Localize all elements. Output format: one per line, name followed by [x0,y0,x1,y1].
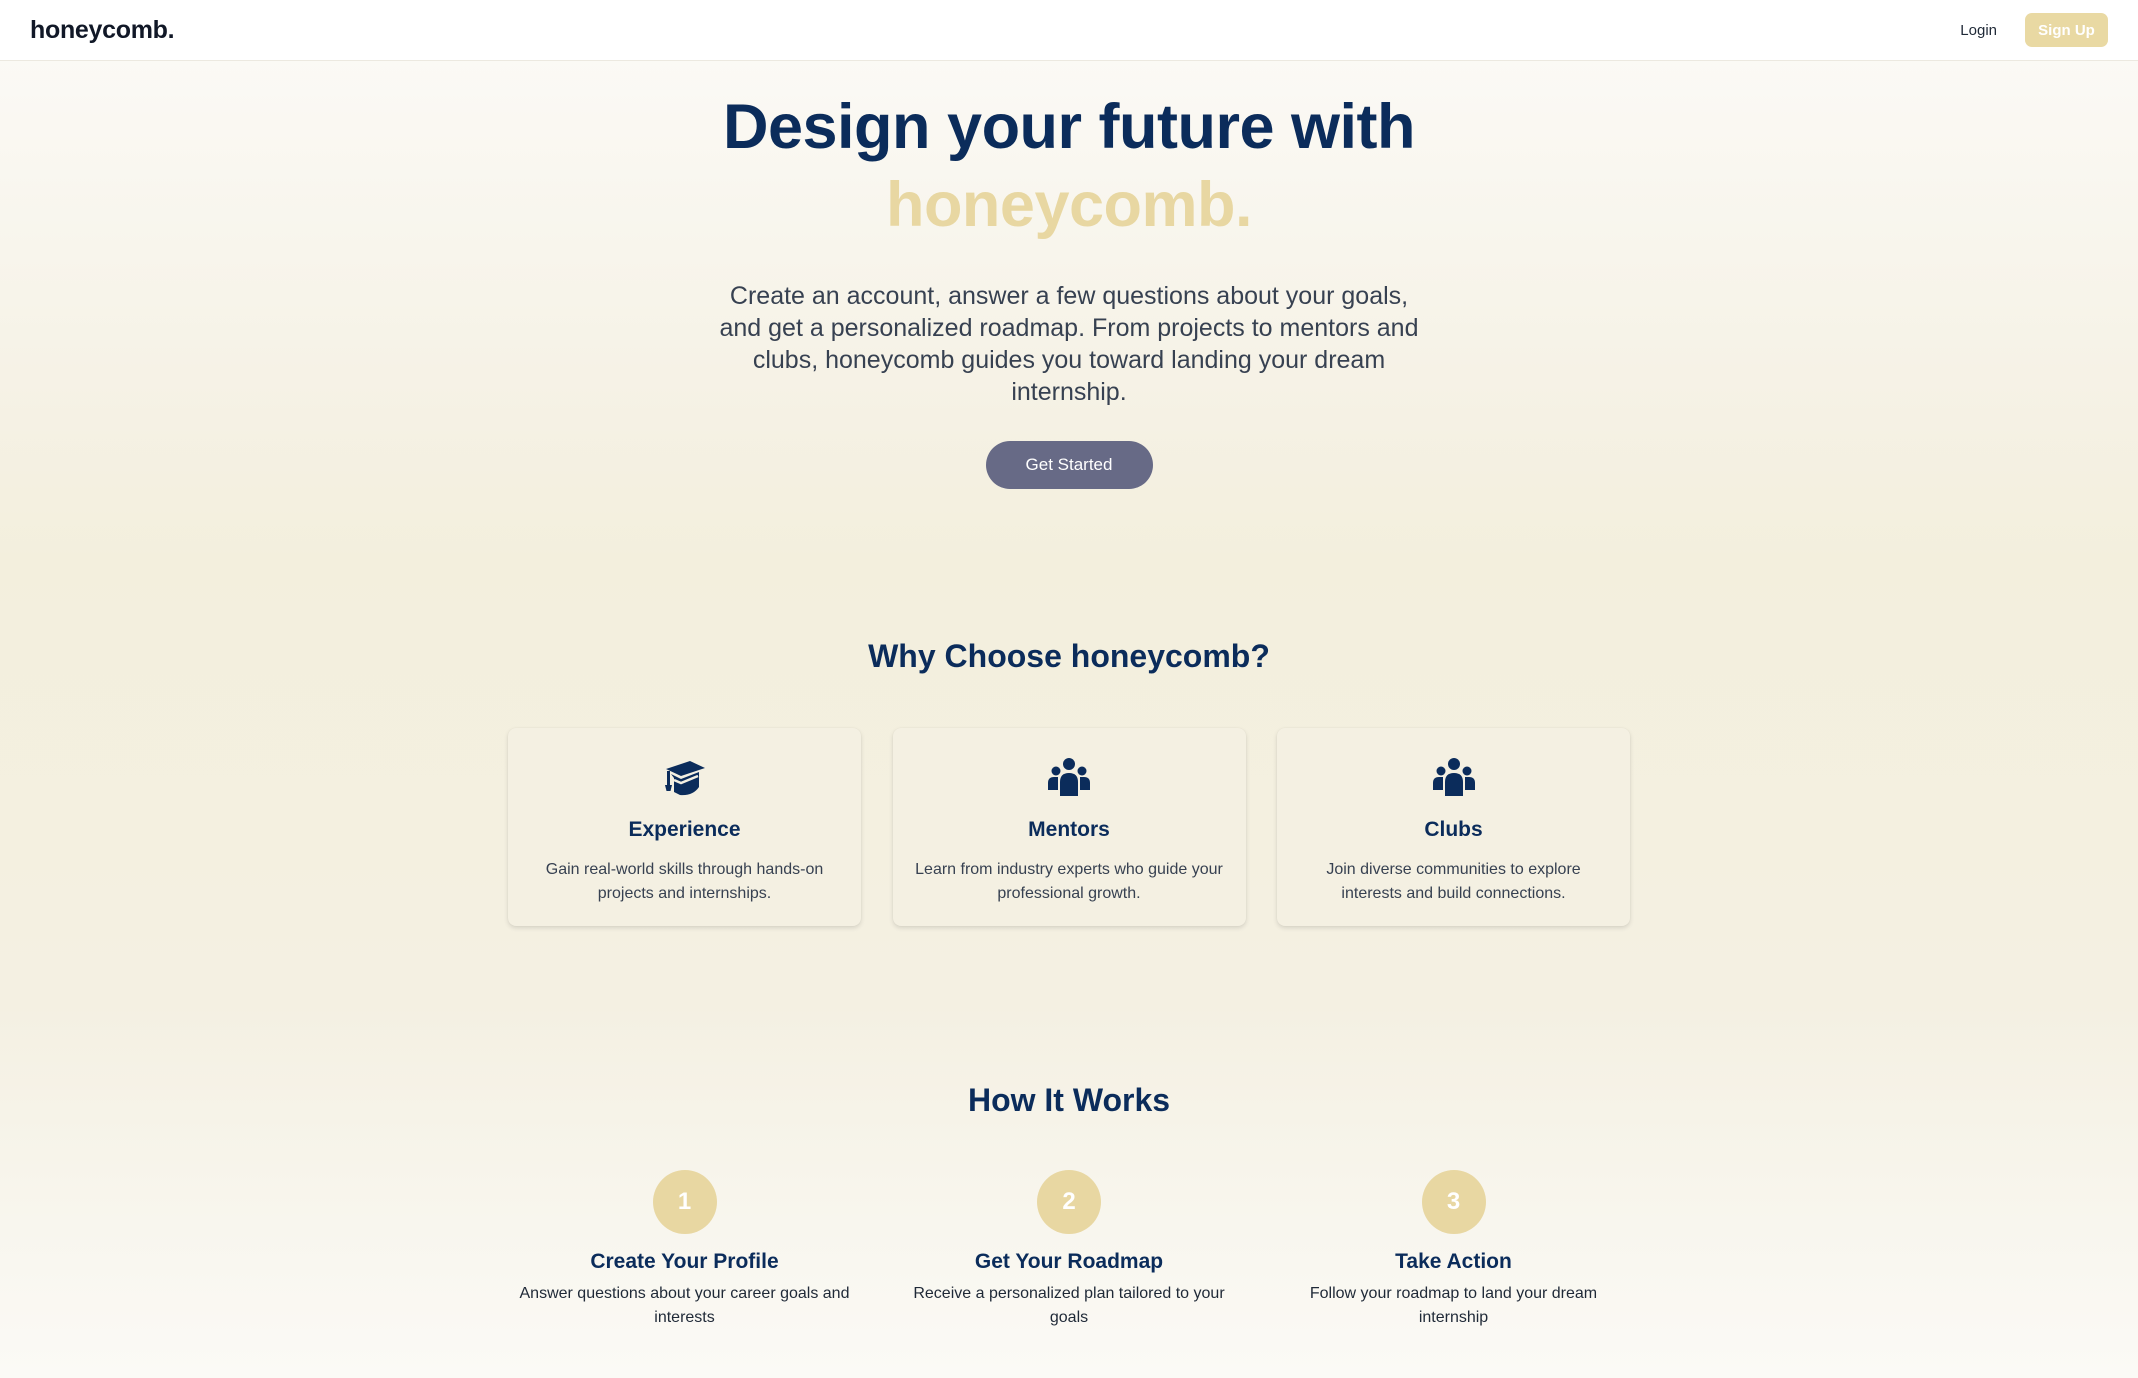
hero-section: Design your future with honeycomb. Creat… [0,88,2138,489]
how-section-title: How It Works [967,1082,1171,1118]
navbar: honeycomb. Login Sign Up [0,0,2138,61]
feature-title: Clubs [1424,818,1483,841]
login-link[interactable]: Login [1960,22,1997,39]
step-title: Take Action [1395,1250,1512,1273]
step-number-badge: 2 [1037,1170,1101,1234]
step-description: Follow your roadmap to land your dream i… [1309,1285,1598,1326]
people-group-icon [1048,758,1090,796]
feature-description: Gain real-world skills through hands-on … [545,861,824,902]
step-title: Get Your Roadmap [974,1250,1164,1273]
hero-title-line: Design your future with [722,92,1416,162]
steps-list: 1 Create Your Profile Answer questions a… [508,1170,1630,1330]
why-section-title: Why Choose honeycomb? [868,638,1270,674]
step-description: Receive a personalized plan tailored to … [913,1285,1225,1326]
signup-button[interactable]: Sign Up [2025,13,2108,47]
feature-card-mentors: Mentors Learn from industry experts who … [892,728,1246,926]
feature-title: Mentors [1028,818,1110,841]
features-list: Experience Gain real-world skills throug… [508,728,1630,926]
logo[interactable]: honeycomb. [30,16,175,45]
feature-card-clubs: Clubs Join diverse communities to explor… [1277,728,1630,926]
graduation-cap-icon [664,761,705,796]
hero-title-accent: honeycomb. [885,170,1253,240]
nav-actions: Login Sign Up [1960,13,2108,47]
feature-description: Learn from industry experts who guide yo… [915,861,1223,902]
step-description: Answer questions about your career goals… [519,1285,850,1326]
step-number-badge: 3 [1421,1170,1486,1234]
step-item: 3 Take Action Follow your roadmap to lan… [1277,1170,1630,1330]
step-item: 1 Create Your Profile Answer questions a… [508,1170,861,1330]
hero-description: Create an account, answer a few question… [719,282,1419,406]
feature-title: Experience [628,818,741,841]
step-item: 2 Get Your Roadmap Receive a personalize… [893,1170,1246,1330]
get-started-button[interactable]: Get Started [985,441,1153,489]
feature-description: Join diverse communities to explore inte… [1326,861,1581,902]
step-title: Create Your Profile [590,1250,779,1273]
hero-title: Design your future with honeycomb. [0,88,2138,244]
feature-card-experience: Experience Gain real-world skills throug… [508,728,861,926]
step-number-badge: 1 [652,1170,717,1234]
people-group-icon [1432,758,1475,796]
